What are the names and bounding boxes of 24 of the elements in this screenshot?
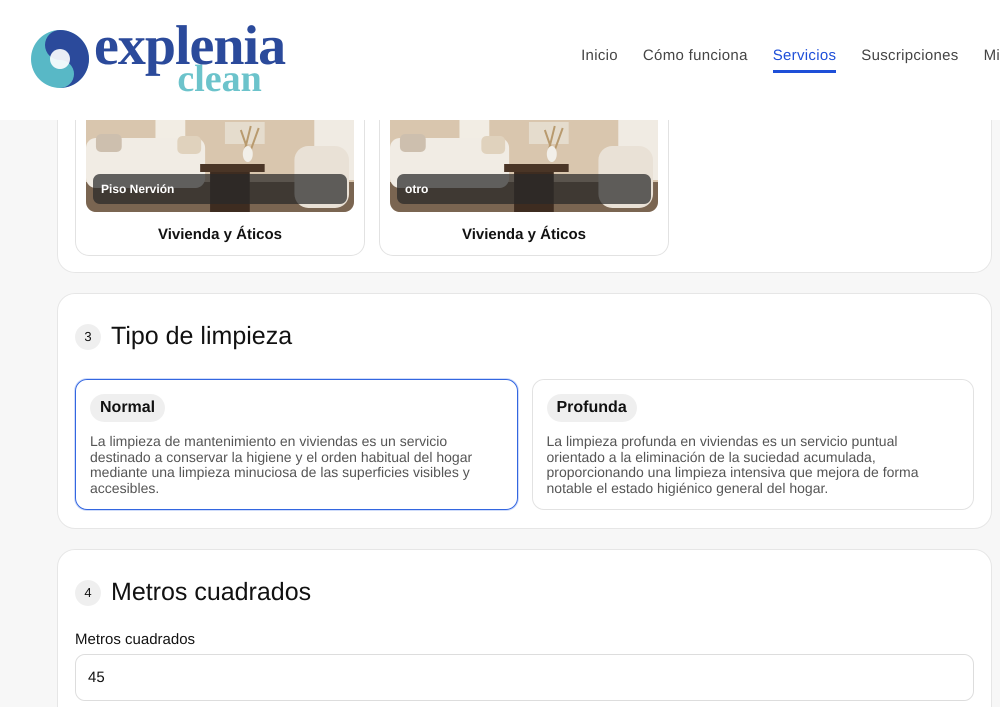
step-number: 4 [75, 580, 101, 606]
section-title: Metros cuadrados [111, 578, 312, 607]
nav-link[interactable]: Suscripciones [861, 47, 959, 73]
property-caption: otro [397, 174, 651, 204]
nav-link[interactable]: Servicios [772, 47, 836, 73]
nav-link[interactable]: Cómo funciona [642, 47, 748, 73]
section-title: Tipo de limpieza [111, 322, 292, 351]
input-field[interactable]: 45 [75, 654, 974, 701]
option-name: Normal [90, 394, 166, 422]
field-label: Metros cuadrados [75, 631, 196, 648]
property-card[interactable]: Piso Nervión Vivienda y Áticos [75, 120, 365, 256]
nav-link[interactable]: Mi [984, 47, 1000, 73]
cleaning-option[interactable] [532, 379, 974, 510]
property-caption: Piso Nervión [93, 174, 347, 204]
cleaning-option[interactable]: Normal La limpieza de mantenimiento en viviendas es un servicio destinado a conservar la higiene y el orden habitual del hogar mediante una limpieza minuciosa de las superficies visibles y accesibles. [75, 379, 518, 510]
option-description: La limpieza profunda en viviendas es un servicio puntual orientado a la eliminación de la suciedad acumulada, proporcionando una limpieza intensiva que mejora de forma notable el estado higiénico general del hogar. [546, 434, 920, 496]
property-title: Vivienda y Áticos [461, 226, 587, 243]
nav-link[interactable]: Inicio [581, 47, 618, 73]
property-card[interactable]: otro Vivienda y Áticos [379, 120, 669, 256]
step-number: 3 [75, 324, 101, 350]
logo-swirl-icon [28, 27, 92, 91]
option-name: Profunda [546, 394, 637, 422]
option-description: La limpieza de mantenimiento en viviendas es un servicio destinado a conservar la higiene y el orden habitual del hogar mediante una limpieza minuciosa de las superficies visibles y accesibles. [90, 434, 474, 496]
property-title: Vivienda y Áticos [157, 226, 283, 243]
